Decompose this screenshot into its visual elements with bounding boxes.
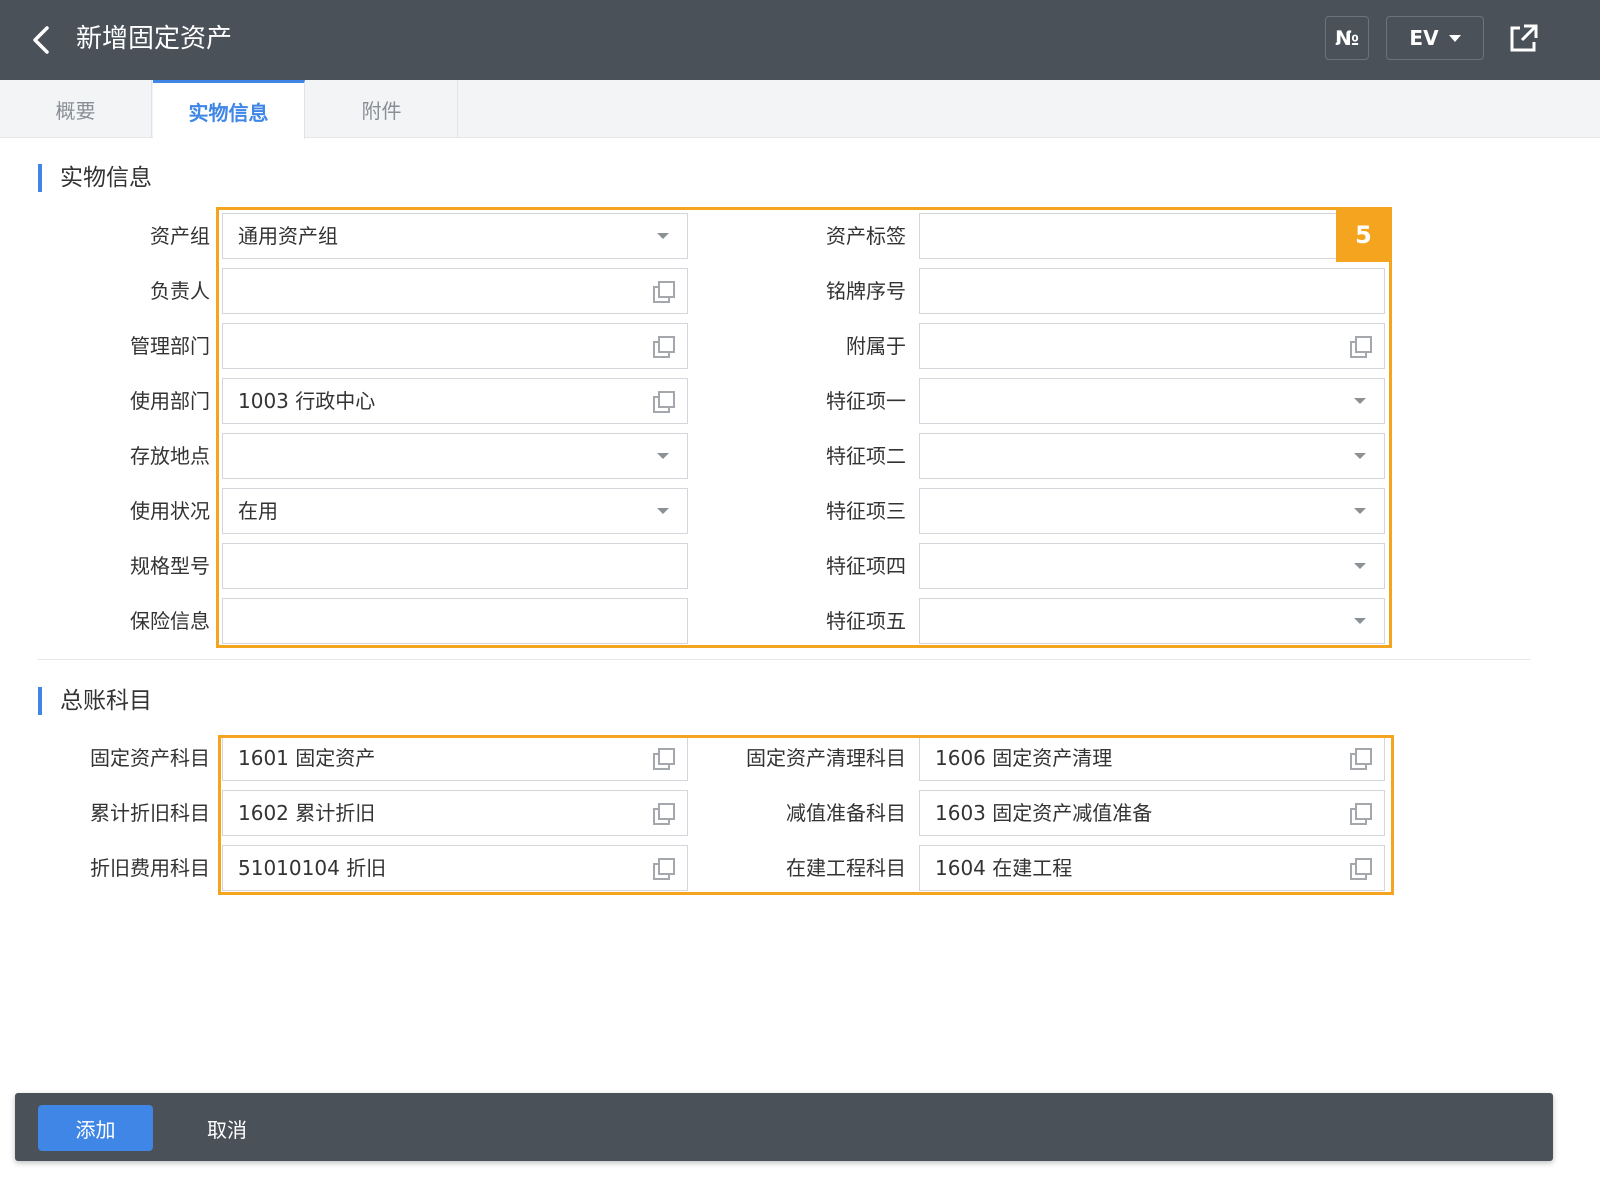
field-label: 折旧费用科目 — [90, 856, 210, 880]
text-field[interactable] — [222, 598, 688, 644]
reference-field[interactable]: 1003 行政中心 — [222, 378, 688, 424]
field-label: 附属于 — [846, 334, 906, 358]
reference-field[interactable] — [919, 323, 1385, 369]
section-title-physical: 实物信息 — [38, 164, 152, 192]
select-field[interactable] — [919, 488, 1385, 534]
chevron-down-icon[interactable] — [1354, 453, 1366, 459]
field-label: 铭牌序号 — [826, 279, 906, 303]
field-label: 特征项二 — [826, 444, 906, 468]
back-arrow-icon[interactable] — [24, 22, 60, 58]
select-field[interactable] — [919, 378, 1385, 424]
cancel-button[interactable]: 取消 — [183, 1105, 271, 1151]
chevron-down-icon — [1448, 34, 1461, 42]
reference-field[interactable] — [222, 323, 688, 369]
field-label: 在建工程科目 — [786, 856, 906, 880]
field-value: 1003 行政中心 — [238, 389, 376, 413]
text-field[interactable] — [919, 268, 1385, 314]
field-value: 1602 累计折旧 — [238, 801, 376, 825]
reference-field[interactable]: 1606 固定资产清理 — [919, 735, 1385, 781]
chevron-down-icon[interactable] — [1354, 618, 1366, 624]
reference-field[interactable] — [222, 268, 688, 314]
select-field[interactable] — [222, 433, 688, 479]
add-button[interactable]: 添加 — [38, 1105, 153, 1151]
page-title: 新增固定资产 — [76, 24, 233, 54]
reference-field[interactable]: 1603 固定资产减值准备 — [919, 790, 1385, 836]
field-label: 规格型号 — [130, 554, 210, 578]
field-label: 使用部门 — [130, 389, 210, 413]
field-label: 负责人 — [150, 279, 210, 303]
chevron-down-icon[interactable] — [657, 453, 669, 459]
copy-reference-icon[interactable] — [651, 334, 677, 360]
copy-reference-icon[interactable] — [651, 856, 677, 882]
field-label: 管理部门 — [130, 334, 210, 358]
copy-reference-icon[interactable] — [1348, 334, 1374, 360]
reference-field[interactable]: 51010104 折旧 — [222, 845, 688, 891]
field-value: 1603 固定资产减值准备 — [935, 801, 1153, 825]
copy-reference-icon[interactable] — [651, 279, 677, 305]
field-label: 保险信息 — [130, 609, 210, 633]
ev-dropdown-button[interactable]: EV — [1386, 16, 1484, 60]
field-label: 减值准备科目 — [786, 801, 906, 825]
copy-reference-icon[interactable] — [651, 801, 677, 827]
field-value: 1606 固定资产清理 — [935, 746, 1113, 770]
field-value: 在用 — [238, 499, 278, 523]
tab-bar: 概要 实物信息 附件 — [0, 80, 1600, 139]
copy-reference-icon[interactable] — [651, 389, 677, 415]
field-label: 固定资产清理科目 — [746, 746, 906, 770]
step-badge: 5 — [1336, 207, 1391, 262]
ev-label: EV — [1409, 26, 1439, 50]
field-label: 存放地点 — [130, 444, 210, 468]
select-field[interactable] — [919, 598, 1385, 644]
field-value: 1601 固定资产 — [238, 746, 376, 770]
select-field[interactable]: 在用 — [222, 488, 688, 534]
chevron-down-icon[interactable] — [1354, 563, 1366, 569]
field-value: 1604 在建工程 — [935, 856, 1073, 880]
field-label: 资产标签 — [826, 224, 906, 248]
reference-field[interactable]: 1601 固定资产 — [222, 735, 688, 781]
section-title-ledger: 总账科目 — [38, 687, 152, 715]
reference-field[interactable]: 1602 累计折旧 — [222, 790, 688, 836]
field-label: 特征项一 — [826, 389, 906, 413]
field-label: 特征项四 — [826, 554, 906, 578]
footer-bar: 添加 取消 — [15, 1093, 1553, 1161]
section-divider — [38, 659, 1530, 660]
field-label: 固定资产科目 — [90, 746, 210, 770]
field-value: 51010104 折旧 — [238, 856, 387, 880]
copy-reference-icon[interactable] — [1348, 856, 1374, 882]
tab-attachments[interactable]: 附件 — [306, 80, 458, 138]
tab-overview[interactable]: 概要 — [0, 80, 152, 138]
export-icon[interactable] — [1506, 22, 1540, 56]
text-field[interactable] — [222, 543, 688, 589]
field-value: 通用资产组 — [238, 224, 338, 248]
field-label: 累计折旧科目 — [90, 801, 210, 825]
text-field[interactable] — [919, 213, 1385, 259]
field-label: 特征项五 — [826, 609, 906, 633]
field-label: 特征项三 — [826, 499, 906, 523]
number-icon: № — [1334, 26, 1360, 50]
select-field[interactable] — [919, 433, 1385, 479]
copy-reference-icon[interactable] — [1348, 746, 1374, 772]
chevron-down-icon[interactable] — [657, 508, 669, 514]
select-field[interactable] — [919, 543, 1385, 589]
chevron-down-icon[interactable] — [657, 233, 669, 239]
chevron-down-icon[interactable] — [1354, 398, 1366, 404]
number-button[interactable]: № — [1325, 16, 1369, 60]
field-label: 资产组 — [150, 224, 210, 248]
field-label: 使用状况 — [130, 499, 210, 523]
chevron-down-icon[interactable] — [1354, 508, 1366, 514]
reference-field[interactable]: 1604 在建工程 — [919, 845, 1385, 891]
select-field[interactable]: 通用资产组 — [222, 213, 688, 259]
copy-reference-icon[interactable] — [1348, 801, 1374, 827]
tab-physical-info[interactable]: 实物信息 — [153, 80, 305, 139]
top-bar: 新增固定资产 № EV — [0, 0, 1600, 80]
copy-reference-icon[interactable] — [651, 746, 677, 772]
